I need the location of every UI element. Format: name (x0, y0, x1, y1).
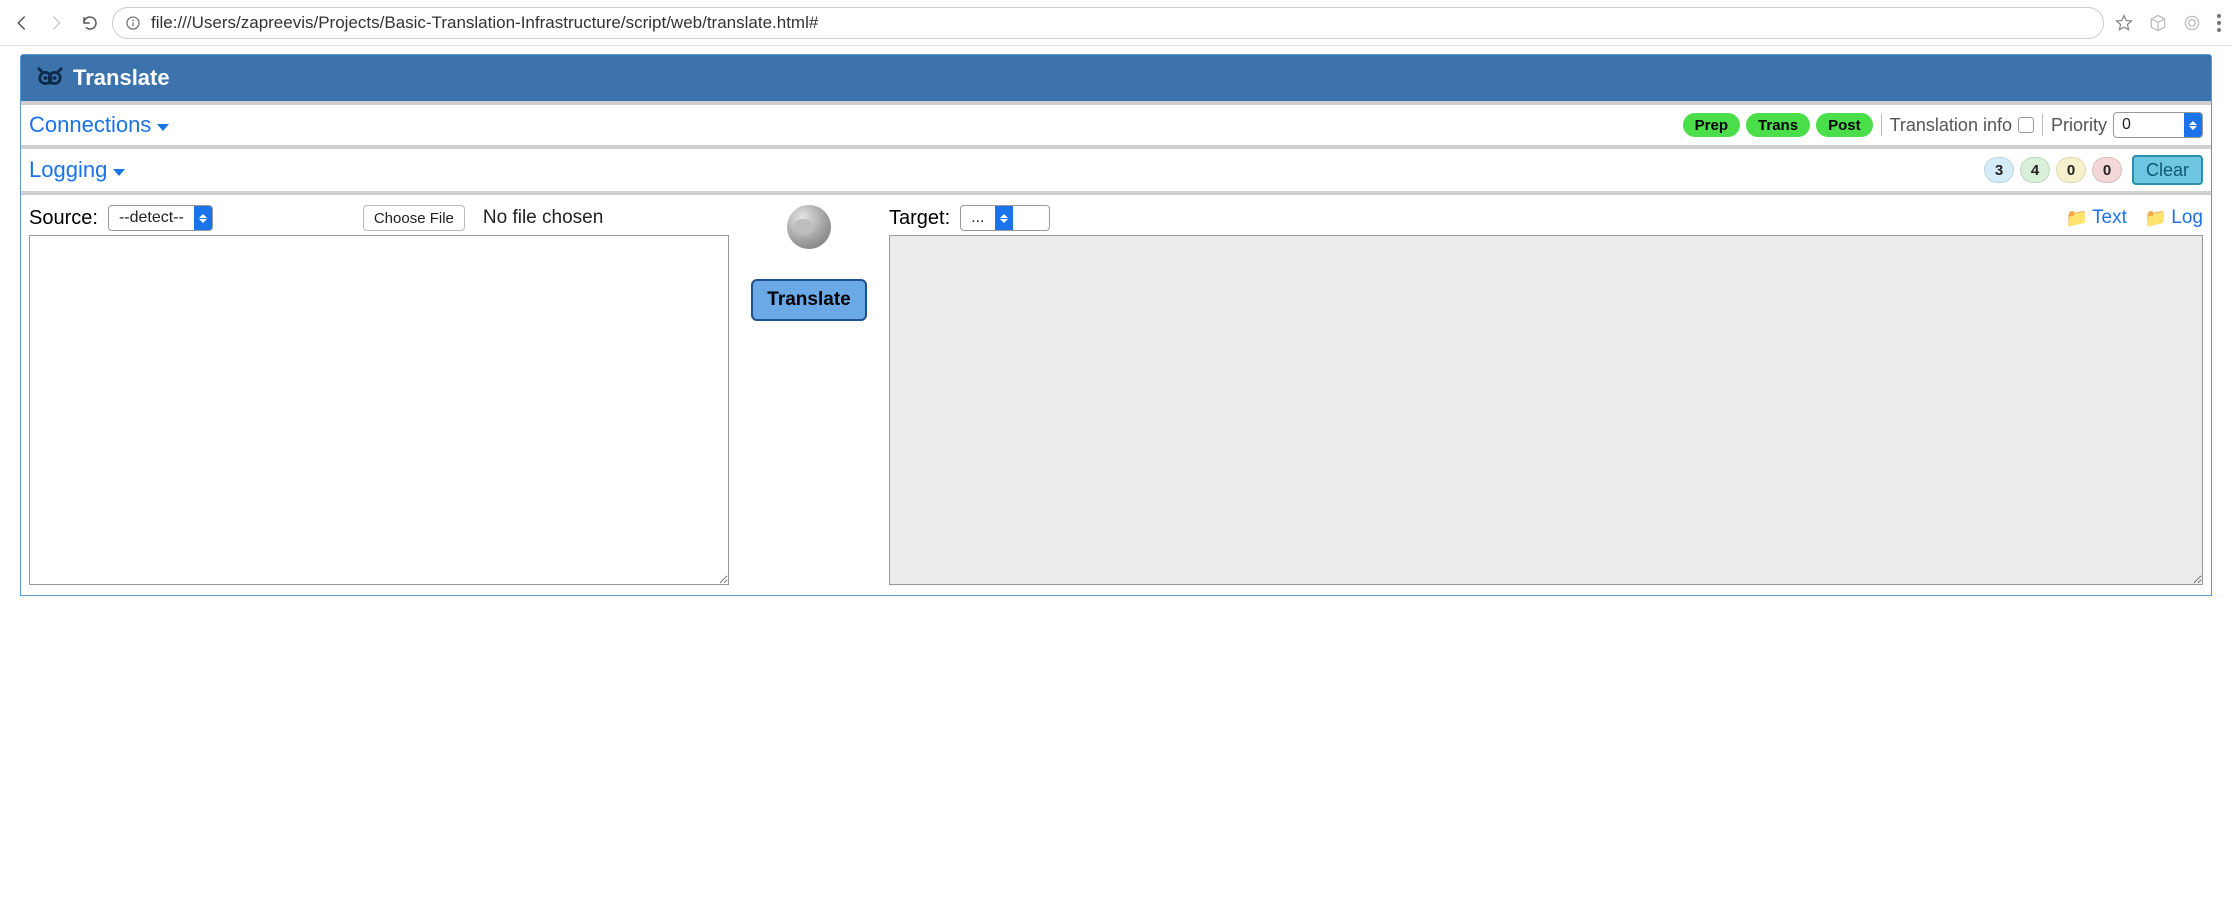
priority-select[interactable]: 0 (2113, 112, 2203, 138)
bookmark-star-icon[interactable] (2114, 13, 2134, 33)
back-button[interactable] (10, 11, 34, 35)
source-language-select[interactable]: --detect-- (108, 205, 213, 231)
app-title: Translate (73, 65, 170, 91)
priority-label: Priority (2051, 115, 2107, 136)
file-chosen-status: No file chosen (483, 207, 603, 229)
divider (1881, 114, 1882, 136)
choose-file-button[interactable]: Choose File (363, 205, 465, 231)
logging-label: Logging (29, 157, 107, 183)
log-count-error[interactable]: 0 (2092, 157, 2122, 183)
owl-logo-icon (35, 65, 65, 91)
logging-toggle[interactable]: Logging (29, 157, 125, 183)
target-language-value: ... (961, 209, 994, 227)
site-info-icon[interactable] (125, 15, 141, 31)
pill-post[interactable]: Post (1816, 113, 1873, 137)
translation-info-checkbox[interactable] (2018, 117, 2034, 133)
app-container: Translate Connections Prep Trans Post Tr… (20, 54, 2212, 596)
target-language-select[interactable]: ... (960, 205, 1050, 231)
connections-row: Connections Prep Trans Post Translation … (21, 101, 2211, 145)
app-header: Translate (21, 55, 2211, 101)
connections-label: Connections (29, 112, 151, 138)
log-count-info[interactable]: 3 (1984, 157, 2014, 183)
divider (2042, 114, 2043, 136)
caret-down-icon (157, 124, 169, 131)
caret-down-icon (113, 169, 125, 176)
priority-value: 0 (2114, 116, 2184, 134)
folder-download-icon: 📁 (2066, 208, 2088, 229)
select-arrows-icon (194, 206, 212, 230)
log-count-warning[interactable]: 0 (2056, 157, 2086, 183)
translate-button[interactable]: Translate (751, 279, 866, 321)
connections-toggle[interactable]: Connections (29, 112, 169, 138)
globe-icon (787, 205, 831, 249)
address-bar[interactable]: file:///Users/zapreevis/Projects/Basic-T… (112, 7, 2104, 39)
source-language-value: --detect-- (109, 209, 194, 227)
pill-trans[interactable]: Trans (1746, 113, 1810, 137)
clear-log-button[interactable]: Clear (2132, 155, 2203, 185)
browser-menu-icon[interactable] (2216, 13, 2222, 33)
extension-spiral-icon[interactable] (2182, 13, 2202, 33)
pill-prep[interactable]: Prep (1683, 113, 1740, 137)
download-text-link[interactable]: 📁 Text (2066, 207, 2127, 229)
target-label: Target: (889, 207, 950, 230)
select-arrows-icon (995, 206, 1013, 230)
target-column: Target: ... 📁 Text 📁 Log (889, 201, 2203, 585)
extension-cube-icon[interactable] (2148, 13, 2168, 33)
log-count-success[interactable]: 4 (2020, 157, 2050, 183)
reload-button[interactable] (78, 11, 102, 35)
translation-info-label: Translation info (1890, 115, 2012, 136)
middle-column: Translate (729, 201, 889, 321)
folder-download-icon: 📁 (2145, 208, 2167, 229)
browser-toolbar: file:///Users/zapreevis/Projects/Basic-T… (0, 0, 2232, 46)
download-log-link[interactable]: 📁 Log (2145, 207, 2203, 229)
source-textarea[interactable] (29, 235, 729, 585)
url-text: file:///Users/zapreevis/Projects/Basic-T… (151, 13, 818, 33)
translate-area: Source: --detect-- Choose File No file c… (21, 191, 2211, 595)
target-textarea[interactable] (889, 235, 2203, 585)
source-column: Source: --detect-- Choose File No file c… (29, 201, 729, 585)
forward-button[interactable] (44, 11, 68, 35)
select-arrows-icon (2184, 113, 2202, 137)
source-label: Source: (29, 207, 98, 230)
logging-row: Logging 3 4 0 0 Clear (21, 145, 2211, 191)
